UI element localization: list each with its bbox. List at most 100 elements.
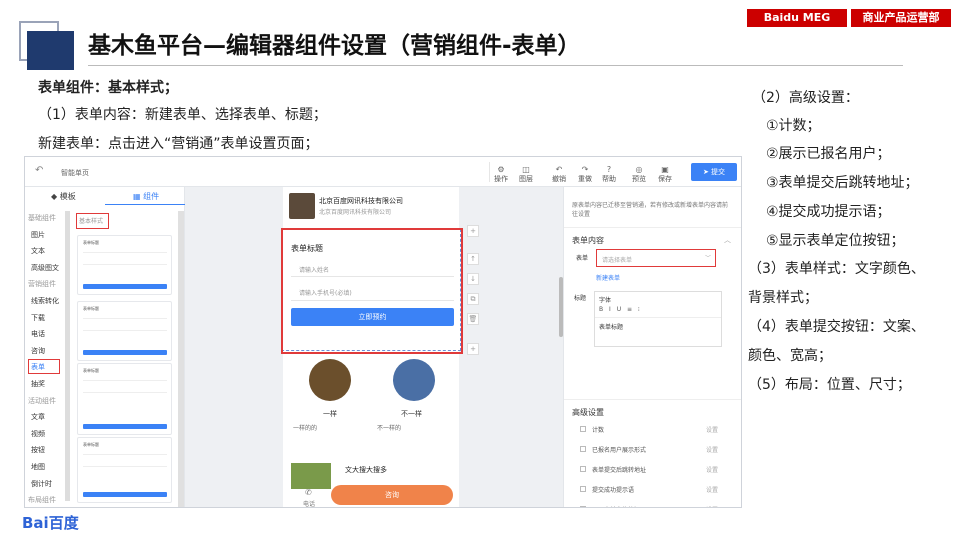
category-header: 基础组件 — [28, 214, 56, 222]
format-toolbar[interactable]: B I U ≡ ⁝ — [599, 306, 642, 313]
checkbox[interactable] — [580, 446, 586, 452]
collapse-icon[interactable]: ︿ — [724, 235, 731, 245]
slide-title: 基木鱼平台—编辑器组件设置（营销组件-表单） — [88, 33, 581, 59]
checkbox[interactable] — [580, 426, 586, 432]
card-button — [83, 350, 167, 355]
form-label: 表单 — [576, 255, 589, 262]
toolbar-help-button[interactable]: ? 帮助 — [599, 165, 619, 184]
style-tag[interactable]: 基本样式 — [79, 216, 103, 225]
checkbox[interactable] — [580, 466, 586, 472]
sidebar-item-6[interactable]: 下载 — [31, 313, 45, 323]
card-button — [83, 284, 167, 289]
new-form-link[interactable]: 新建表单 — [596, 273, 620, 282]
advanced-item-4: 显示表单定位按钮 — [592, 505, 640, 507]
right-note-2: ②展示已报名用户； — [766, 146, 891, 162]
font-select[interactable]: 字体 — [599, 295, 611, 304]
title-divider — [88, 65, 903, 66]
card-title: 表单标题 — [83, 368, 99, 373]
form-style-card[interactable]: 表单标题 — [77, 363, 172, 435]
form-select-placeholder: 请选择表单 — [602, 257, 633, 264]
sidebar-item-1[interactable]: 图片 — [31, 230, 45, 240]
category-scrollbar[interactable] — [65, 211, 70, 501]
toolbar-save-button[interactable]: ▣ 保存 — [655, 165, 675, 184]
toolbar-label: 图层 — [519, 175, 533, 183]
sidebar-item-15[interactable]: 地图 — [31, 462, 45, 472]
stack-icon: ◫ — [522, 165, 530, 174]
right-note-8: （4）表单提交按钮：文案、 — [748, 319, 925, 335]
sidebar-item-12[interactable]: 文章 — [31, 412, 45, 422]
chevron-down-icon: ﹀ — [705, 255, 712, 262]
card-line — [83, 392, 167, 393]
item2-sub: 不一样的 — [377, 425, 402, 432]
sidebar-item-16[interactable]: 倒计时 — [31, 479, 52, 489]
toolbar-label: 操作 — [494, 175, 508, 183]
item1-image — [309, 359, 351, 401]
move-up-icon[interactable]: ↑ — [467, 253, 479, 265]
add-icon[interactable]: + — [467, 343, 479, 355]
checkbox[interactable] — [580, 506, 586, 507]
advanced-item-3: 提交成功提示语 — [592, 487, 635, 494]
editor-value: 表单标题 — [599, 324, 624, 331]
advanced-heading: 高级设置 — [572, 408, 604, 417]
tab-template[interactable]: ◆ 模板 — [51, 191, 76, 202]
toolbar-eye-button[interactable]: ◎ 预览 — [629, 165, 649, 184]
redo-icon: ↷ — [581, 165, 589, 174]
sidebar-item-2[interactable]: 文本 — [31, 246, 45, 256]
move-down-icon[interactable]: ↓ — [467, 273, 479, 285]
sidebar-item-10[interactable]: 抽奖 — [31, 379, 45, 389]
checkbox[interactable] — [580, 486, 586, 492]
card-line — [83, 318, 167, 319]
right-note-1: ①计数； — [766, 118, 821, 134]
company-name: 北京百度网讯科技有限公司 — [319, 197, 403, 205]
baidu-logo-text: Bai百度 — [22, 514, 79, 532]
sidebar-item-7[interactable]: 电话 — [31, 329, 45, 339]
sidebar-item-5[interactable]: 线索转化 — [31, 296, 59, 306]
toolbar-redo-button[interactable]: ↷ 重做 — [575, 165, 595, 184]
right-note-7: 背景样式； — [748, 290, 818, 306]
cards-scrollbar[interactable] — [178, 211, 184, 507]
card-button — [83, 424, 167, 429]
panel-divider — [564, 227, 741, 228]
setting-link[interactable]: 设置 — [706, 465, 718, 474]
consult-button[interactable]: 咨询 — [331, 485, 453, 505]
company-sub: 北京百度网讯科技有限公司 — [319, 209, 392, 216]
settings-panel: 原表单内容已迁移至营销通，若有修改或新增表单内容请前往设置 表单内容 ︿ 表单 … — [563, 187, 741, 507]
sidebar-item-14[interactable]: 按钮 — [31, 445, 45, 455]
publish-button[interactable]: ➤ 提交 — [691, 163, 737, 181]
editor-screenshot: ↶ 智能单页 ⚙ 操作 ◫ 图层 ↶ 撤销 ↷ 重做? 帮助 ◎ 预览 ▣ 保存 ➤ 提交 ◆ 模板 ▦… — [24, 156, 742, 508]
rich-text-editor[interactable] — [594, 291, 722, 347]
delete-icon[interactable]: 🗑 — [467, 313, 479, 325]
form-style-card[interactable]: 表单标题 — [77, 235, 172, 295]
toolbar-layers-button[interactable]: ⚙ 操作 — [491, 165, 511, 184]
toolbar-undo-button[interactable]: ↶ 撤销 — [549, 165, 569, 184]
advanced-item-0: 计数 — [592, 427, 605, 434]
add-icon[interactable]: + — [467, 225, 479, 237]
tab-component[interactable]: ▦ 组件 — [133, 191, 159, 202]
slide: 基木鱼平台—编辑器组件设置（营销组件-表单） Baidu MEG 商业产品运营部… — [0, 0, 960, 540]
right-note-0: （2）高级设置： — [752, 90, 859, 106]
setting-link[interactable]: 设置 — [706, 505, 718, 507]
migration-note-text: 原表单内容已迁移至营销通，若有修改或新增表单内容请前往设置 — [572, 202, 729, 218]
back-arrow-icon[interactable]: ↶ — [35, 165, 43, 176]
toolbar-stack-button[interactable]: ◫ 图层 — [516, 165, 536, 184]
sidebar-item-8[interactable]: 咨询 — [31, 346, 45, 356]
setting-link[interactable]: 设置 — [706, 445, 718, 454]
brand-badge-dept: 商业产品运营部 — [851, 9, 951, 27]
sidebar-item-3[interactable]: 高级图文 — [31, 263, 59, 273]
eye-icon: ◎ — [635, 165, 643, 174]
category-header: 营销组件 — [28, 280, 56, 289]
sidebar-item-13[interactable]: 视频 — [31, 429, 45, 439]
left-line-2: 新建表单：点击进入“营销通”表单设置页面； — [38, 136, 319, 152]
selected-highlight — [28, 359, 60, 375]
setting-link[interactable]: 设置 — [706, 485, 718, 494]
right-note-10: （5）布局：位置、尺寸； — [748, 377, 911, 393]
form-style-card[interactable]: 表单标题 — [77, 301, 172, 361]
grid-icon: ▦ — [133, 192, 141, 201]
layers-icon: ⚙ — [497, 165, 505, 174]
card-line — [83, 380, 167, 381]
copy-icon[interactable]: ⧉ — [467, 293, 479, 305]
title-label: 标题 — [574, 295, 587, 302]
form-style-card[interactable]: 表单标题 — [77, 437, 172, 503]
item2-title: 不一样 — [401, 410, 422, 418]
setting-link[interactable]: 设置 — [706, 425, 718, 434]
